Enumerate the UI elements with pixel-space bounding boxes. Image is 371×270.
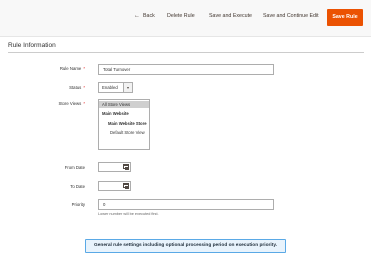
rule-name-input[interactable]: Total Turnover: [98, 64, 274, 75]
priority-label: Priority: [71, 202, 85, 207]
priority-input[interactable]: 0: [98, 199, 274, 210]
status-value: Enabled: [102, 85, 118, 90]
store-view-option-all[interactable]: All Store Views: [99, 101, 149, 108]
store-view-option-store[interactable]: Main Website Store: [108, 121, 147, 126]
store-views-multiselect[interactable]: All Store Views Main Website Main Websit…: [98, 99, 150, 150]
section-divider: [8, 52, 364, 53]
back-button[interactable]: ← Back: [134, 13, 155, 19]
from-date-input[interactable]: [98, 162, 131, 172]
required-asterisk: *: [83, 66, 85, 71]
store-views-label: Store Views *: [58, 101, 85, 106]
to-date-label: To Date: [70, 184, 85, 189]
status-label: Status *: [69, 85, 85, 90]
required-asterisk: *: [83, 85, 85, 90]
caption-banner: General rule settings including optional…: [85, 239, 286, 253]
store-view-option-website[interactable]: Main Website: [102, 111, 129, 116]
status-select[interactable]: Enabled ▾: [98, 82, 133, 93]
chevron-down-icon: ▾: [123, 83, 132, 92]
to-date-input[interactable]: [98, 181, 131, 191]
save-rule-button[interactable]: Save Rule: [327, 9, 363, 26]
arrow-left-icon: ←: [134, 13, 140, 19]
calendar-icon[interactable]: [123, 164, 129, 169]
store-view-option-default[interactable]: Default Store View: [110, 130, 145, 135]
save-and-execute-button[interactable]: Save and Execute: [209, 13, 252, 19]
from-date-label: From Date: [64, 165, 85, 170]
page-actions-toolbar: ← Back Delete Rule Save and Execute Save …: [0, 0, 371, 37]
delete-rule-button[interactable]: Delete Rule: [167, 13, 195, 19]
rule-name-label: Rule Name *: [59, 66, 85, 71]
section-title: Rule Information: [8, 42, 56, 49]
save-and-continue-button[interactable]: Save and Continue Edit: [263, 13, 319, 19]
required-asterisk: *: [83, 101, 85, 106]
calendar-icon[interactable]: [123, 183, 129, 188]
priority-note: Lower number will be executed first.: [98, 212, 159, 216]
